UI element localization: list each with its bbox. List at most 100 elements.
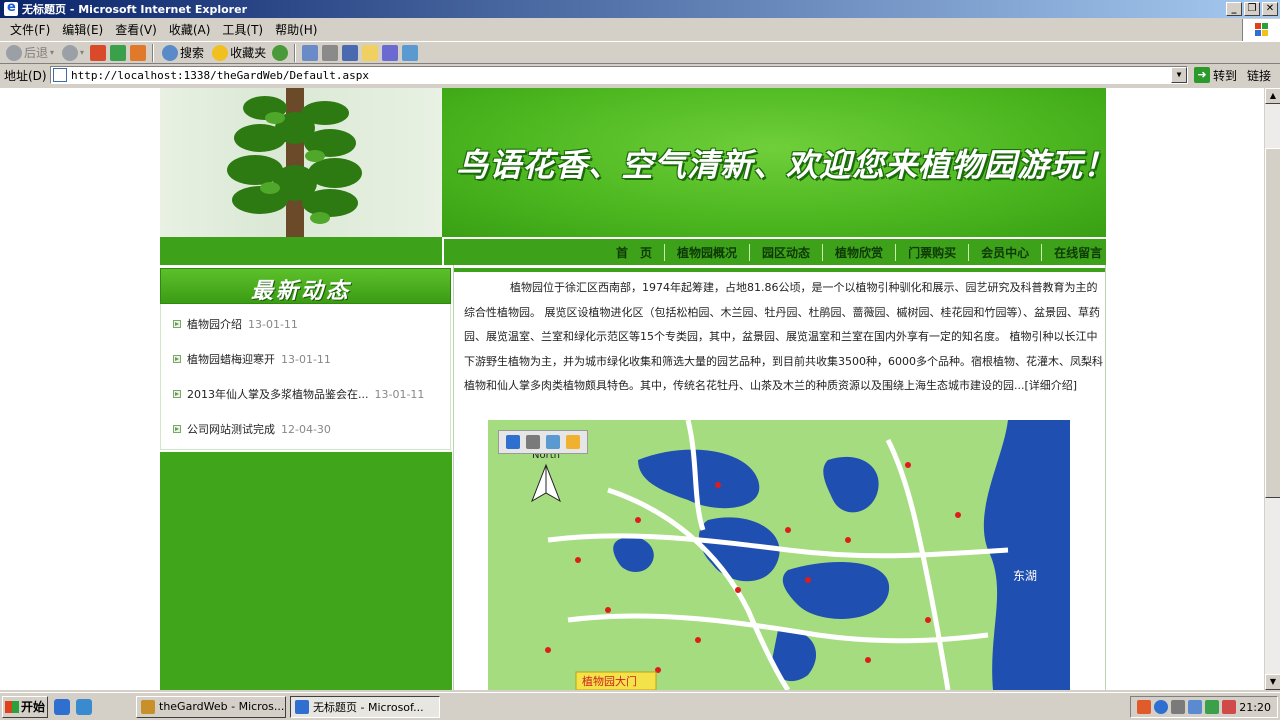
address-bar: 地址(D) http://localhost:1338/theGardWeb/D… xyxy=(0,64,1280,86)
start-button[interactable]: 开始 xyxy=(2,695,48,718)
restore-button[interactable]: ❐ xyxy=(1244,2,1260,16)
print-icon[interactable] xyxy=(322,44,339,61)
go-button[interactable]: ➜ 转到 xyxy=(1194,67,1237,84)
volume-icon[interactable] xyxy=(1205,700,1220,714)
star-icon xyxy=(212,44,229,61)
help-icon[interactable] xyxy=(1154,700,1169,714)
main-content: 植物园位于徐汇区西南部，1974年起筹建，占地81.86公顷，是一个以植物引种驯… xyxy=(453,265,1106,690)
main-gate-label: 植物园大门 xyxy=(582,674,637,688)
forward-button[interactable]: ▾ xyxy=(60,44,86,61)
news-item[interactable]: 植物园蜡梅迎寒开 13-01-11 xyxy=(173,351,331,367)
task-untitled-page[interactable]: 无标题页 - Microsof... xyxy=(290,695,440,718)
news-item[interactable]: 公司网站测试完成 12-04-30 xyxy=(173,421,331,437)
bullet-icon xyxy=(173,320,181,328)
show-desktop-icon[interactable] xyxy=(76,698,92,715)
mail-icon[interactable] xyxy=(302,44,319,61)
nav-overview[interactable]: 植物园概况 xyxy=(665,243,751,261)
nav-members[interactable]: 会员中心 xyxy=(969,243,1043,261)
forward-arrow-icon xyxy=(62,44,79,61)
address-dropdown-icon[interactable]: ▼ xyxy=(1171,67,1187,83)
nav-messages[interactable]: 在线留言 xyxy=(1042,244,1106,261)
nav-home[interactable]: 首 页 xyxy=(604,243,666,261)
web-page: 鸟语花香、空气清新、欢迎您来植物园游玩！！ 首 页 植物园概况 园区动态 植物欣… xyxy=(160,88,1106,690)
security-icon[interactable] xyxy=(1222,700,1237,714)
save-image-icon[interactable] xyxy=(506,435,520,449)
menu-favorites[interactable]: 收藏(A) xyxy=(163,21,217,38)
news-item[interactable]: 2013年仙人掌及多浆植物品鉴会在... 13-01-11 xyxy=(173,386,424,402)
print-image-icon[interactable] xyxy=(526,435,540,449)
edit-icon[interactable] xyxy=(342,44,359,61)
address-label: 地址(D) xyxy=(4,68,47,83)
news-item-date: 12-04-30 xyxy=(281,422,331,436)
task-thegardweb[interactable]: theGardWeb - Micros... xyxy=(136,695,286,718)
windows-logo-icon xyxy=(1242,19,1280,41)
email-image-icon[interactable] xyxy=(546,435,560,449)
bullet-icon xyxy=(173,355,181,363)
toolbar-separator xyxy=(294,43,297,62)
search-button[interactable]: 搜索 xyxy=(160,44,206,61)
ie-quicklaunch-icon[interactable] xyxy=(54,698,70,715)
history-icon[interactable] xyxy=(272,44,289,61)
address-input[interactable]: http://localhost:1338/theGardWeb/Default… xyxy=(50,66,1188,84)
banner-slogan: 鸟语花香、空气清新、欢迎您来植物园游玩！！ xyxy=(456,146,1106,184)
stop-icon[interactable] xyxy=(90,44,107,61)
news-item-title[interactable]: 2013年仙人掌及多浆植物品鉴会在... xyxy=(187,386,368,402)
window-controls: _ ❐ ✕ xyxy=(1226,2,1278,16)
garden-map-image: North 东湖 植物园大门 xyxy=(488,420,1070,690)
network-icon[interactable] xyxy=(1188,700,1203,714)
go-arrow-icon: ➜ xyxy=(1194,67,1210,83)
garden-map: North 东湖 植物园大门 xyxy=(488,420,1070,690)
messenger-icon[interactable] xyxy=(382,44,399,61)
news-item-title[interactable]: 植物园介绍 xyxy=(187,316,242,332)
image-toolbar xyxy=(498,430,588,454)
windows-logo-icon xyxy=(5,700,19,713)
address-url[interactable]: http://localhost:1338/theGardWeb/Default… xyxy=(71,69,369,82)
toolbar-separator xyxy=(152,43,155,62)
nav-spacer xyxy=(160,237,442,265)
nav-plants[interactable]: 植物欣赏 xyxy=(823,243,897,261)
standard-toolbar: 后退 ▾ ▾ 搜索 收藏夹 xyxy=(0,41,1280,64)
forward-dropdown-icon[interactable]: ▾ xyxy=(80,48,84,57)
scroll-up-icon[interactable]: ▲ xyxy=(1265,88,1280,104)
clock: 21:20 xyxy=(1239,700,1271,714)
scroll-down-icon[interactable]: ▼ xyxy=(1265,674,1280,690)
back-dropdown-icon[interactable]: ▾ xyxy=(50,48,54,57)
news-item-date: 13-01-11 xyxy=(374,387,425,401)
discuss-icon[interactable] xyxy=(362,44,379,61)
content-top-bar xyxy=(454,268,1105,272)
window-title: 无标题页 - Microsoft Internet Explorer xyxy=(22,3,247,16)
refresh-icon[interactable] xyxy=(110,44,127,61)
links-button[interactable]: 链接 xyxy=(1247,67,1271,84)
ime-icon[interactable] xyxy=(1171,700,1186,714)
scroll-thumb[interactable] xyxy=(1265,148,1280,498)
tray-app-icon[interactable] xyxy=(1137,700,1152,714)
menu-tools[interactable]: 工具(T) xyxy=(216,21,269,38)
open-folder-icon[interactable] xyxy=(566,435,580,449)
nav-news[interactable]: 园区动态 xyxy=(750,243,824,261)
bullet-icon xyxy=(173,390,181,398)
left-green-panel xyxy=(160,452,452,690)
menu-file[interactable]: 文件(F) xyxy=(4,21,56,38)
menu-view[interactable]: 查看(V) xyxy=(109,21,163,38)
news-item[interactable]: 植物园介绍 13-01-11 xyxy=(173,316,298,332)
main-nav: 首 页 植物园概况 园区动态 植物欣赏 门票购买 会员中心 在线留言 xyxy=(442,237,1106,265)
banner-plant-image xyxy=(160,88,442,237)
page-icon xyxy=(53,68,67,82)
back-button[interactable]: 后退 ▾ xyxy=(4,44,56,61)
news-item-title[interactable]: 植物园蜡梅迎寒开 xyxy=(187,351,275,367)
home-icon[interactable] xyxy=(130,44,147,61)
news-item-date: 13-01-11 xyxy=(281,352,331,366)
news-item-title[interactable]: 公司网站测试完成 xyxy=(187,421,275,437)
vertical-scrollbar[interactable]: ▲ ▼ xyxy=(1264,88,1280,690)
bullet-icon xyxy=(173,425,181,433)
menu-edit[interactable]: 编辑(E) xyxy=(56,21,109,38)
news-list: 植物园介绍 13-01-11 植物园蜡梅迎寒开 13-01-11 2013年仙人… xyxy=(160,304,451,450)
nav-tickets[interactable]: 门票购买 xyxy=(896,243,970,261)
minimize-button[interactable]: _ xyxy=(1226,2,1242,16)
favorites-button[interactable]: 收藏夹 xyxy=(210,44,268,61)
ie-icon xyxy=(295,699,309,714)
menu-help[interactable]: 帮助(H) xyxy=(269,21,323,38)
close-button[interactable]: ✕ xyxy=(1262,2,1278,16)
research-icon[interactable] xyxy=(402,44,419,61)
menu-bar: 文件(F) 编辑(E) 查看(V) 收藏(A) 工具(T) 帮助(H) xyxy=(0,19,1280,40)
